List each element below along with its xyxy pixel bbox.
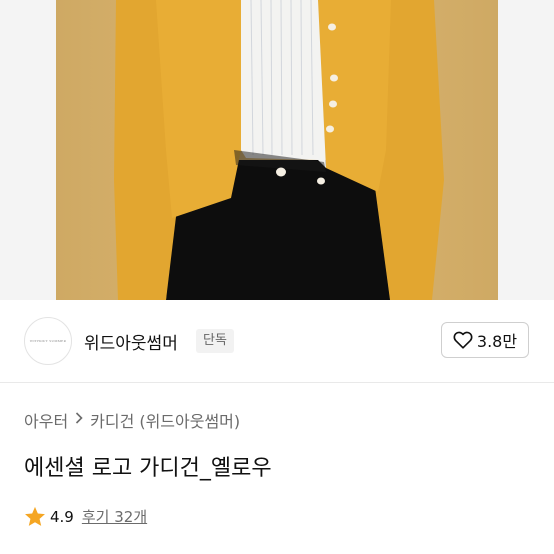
product-image[interactable] [0, 0, 554, 300]
rating-value: 4.9 [50, 507, 74, 526]
brand-name[interactable]: 위드아웃썸머 [84, 329, 178, 354]
breadcrumb-brand[interactable]: (위드아웃썸머) [139, 408, 240, 432]
brand-logo-text: WITHOUT SUMMER [29, 339, 67, 343]
product-page: WITHOUT SUMMER 위드아웃썸머 단독 3.8만 아우터 카디건 (위… [0, 0, 554, 554]
brand-row: WITHOUT SUMMER 위드아웃썸머 단독 3.8만 [0, 300, 554, 383]
exclusive-badge: 단독 [196, 329, 234, 353]
chevron-right-icon [75, 412, 83, 428]
product-title: 에센셜 로고 가디건_옐로우 [24, 456, 272, 481]
star-icon [25, 506, 45, 526]
review-count-link[interactable]: 후기 32개 [82, 506, 147, 527]
cardigan-illustration [56, 0, 498, 300]
breadcrumb-item-cardigan[interactable]: 카디건 [90, 408, 134, 432]
breadcrumb-item-outer[interactable]: 아우터 [24, 408, 68, 432]
breadcrumb: 아우터 카디건 (위드아웃썸머) [24, 408, 240, 432]
heart-icon [453, 331, 473, 349]
product-photo [56, 0, 498, 300]
like-count: 3.8만 [476, 332, 518, 351]
rating: 4.9 후기 32개 [24, 506, 147, 527]
like-button[interactable]: 3.8만 [441, 322, 529, 358]
brand-logo[interactable]: WITHOUT SUMMER [24, 317, 72, 365]
